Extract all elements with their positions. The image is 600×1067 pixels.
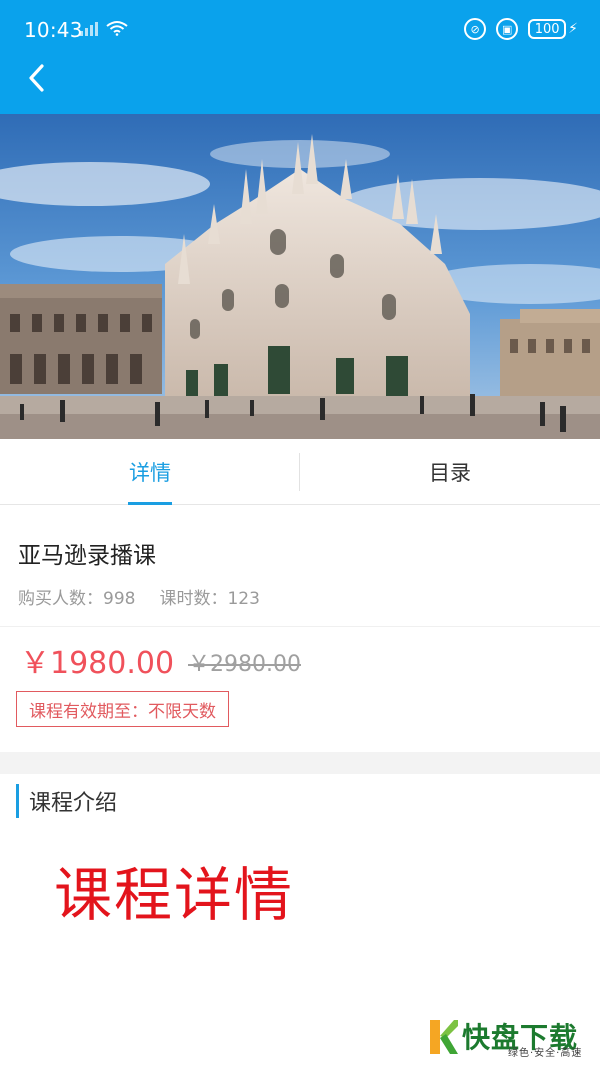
course-meta: 购买人数：998 课时数：123 xyxy=(18,584,260,609)
buyers-count: 购买人数：998 xyxy=(18,589,136,609)
tab-details-label: 详情 xyxy=(129,461,171,485)
vibrate-icon: ⊘ xyxy=(464,18,487,40)
back-button[interactable] xyxy=(22,60,52,96)
lessons-count: 课时数：123 xyxy=(159,589,260,609)
original-price: ￥2980.00 xyxy=(188,652,301,677)
intro-section-header: 课程介绍 xyxy=(16,783,117,819)
top-bar: 10:43 ⊘ ▣ 100 ⚡ xyxy=(0,0,600,114)
tab-divider xyxy=(299,453,300,491)
battery-level: 100 xyxy=(528,19,567,39)
charging-icon: ⚡ xyxy=(568,21,578,37)
tab-catalog[interactable]: 目录 xyxy=(300,439,600,505)
lock-icon: ▣ xyxy=(496,18,519,40)
status-right: ⊘ ▣ 100 ⚡ xyxy=(464,18,578,40)
watermark-logo: 快盘下载 绿色·安全·高速 xyxy=(428,1016,596,1060)
tab-catalog-label: 目录 xyxy=(429,461,471,485)
intro-heading: 课程介绍 xyxy=(29,791,118,816)
section-spacer xyxy=(0,752,600,774)
brand-k-icon xyxy=(430,1020,458,1054)
current-price: ￥1980.00 xyxy=(20,646,175,681)
watermark-tagline: 绿色·安全·高速 xyxy=(508,1048,583,1059)
wifi-icon xyxy=(106,21,128,36)
course-title: 亚马逊录播课 xyxy=(18,543,156,569)
battery-indicator: 100 ⚡ xyxy=(528,19,578,39)
tab-details[interactable]: 详情 xyxy=(0,439,300,505)
section-accent-bar xyxy=(16,784,19,818)
active-tab-indicator xyxy=(128,502,172,505)
course-detail-content: 课程详情 xyxy=(54,861,295,929)
status-bar: 10:43 ⊘ ▣ 100 ⚡ xyxy=(0,0,600,60)
course-cover-image xyxy=(0,114,600,439)
divider xyxy=(0,626,600,627)
signal-indicators xyxy=(80,20,128,36)
cell-signal-icon xyxy=(80,20,98,36)
status-time: 10:43 xyxy=(24,18,83,42)
validity-badge: 课程有效期至：不限天数 xyxy=(16,691,229,727)
detail-tabs: 详情 目录 xyxy=(0,439,600,505)
